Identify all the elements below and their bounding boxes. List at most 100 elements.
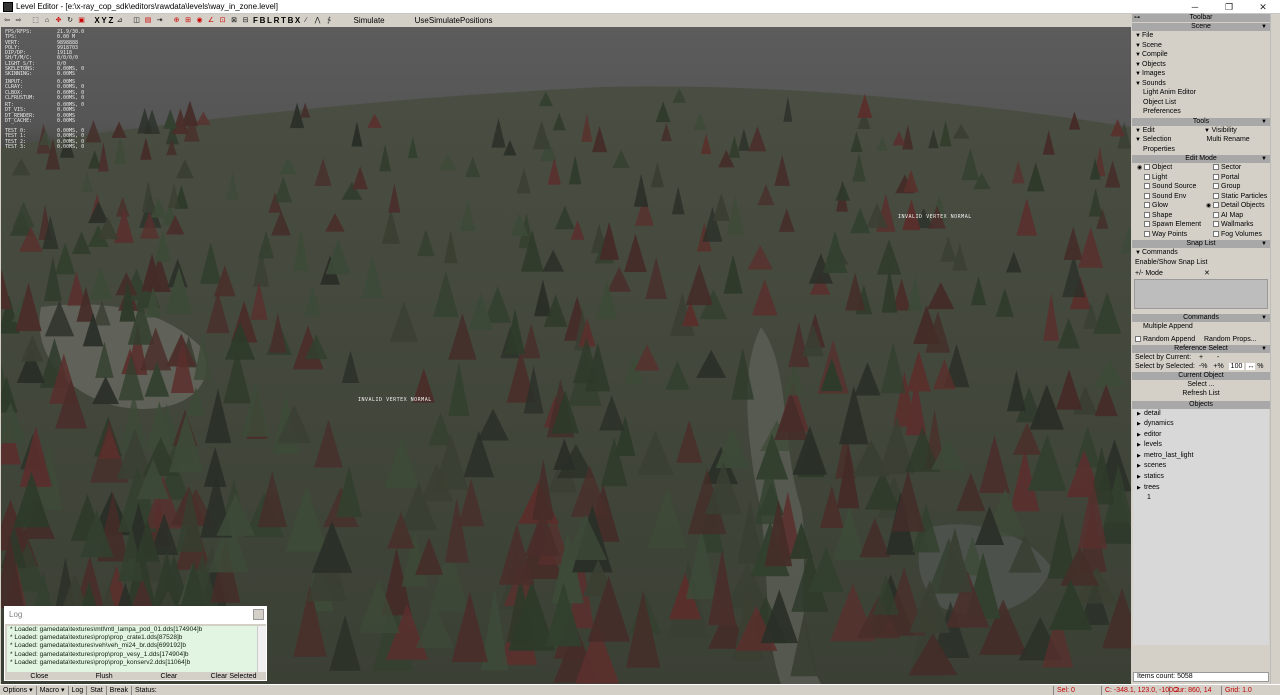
reference-select-header[interactable]: Reference Select ▼ [1132,344,1270,353]
asnap-icon[interactable]: ∠ [206,16,216,26]
close-window-button[interactable]: ✕ [1246,0,1280,14]
tree-expand-icon[interactable]: ▶ [1137,483,1144,494]
tree-item[interactable]: ▶ metro_last_light [1133,451,1269,462]
view-back-button[interactable]: B [259,16,266,26]
edit-mode-shape[interactable]: Shape [1132,211,1201,221]
edit-mode-object[interactable]: ◉ Object [1132,163,1201,173]
random-props-button[interactable]: Random Props... [1201,335,1270,345]
scene-viewport[interactable]: FPS/RFPS: 21.9/30.0 TPS: 0.00 M VERT: 9898888… [1,27,1131,684]
percent-spin-icon[interactable]: ↔ [1246,363,1256,370]
select-icon[interactable]: ⬚ [31,16,41,26]
axis-y-button[interactable]: Y [101,16,108,26]
menu-compile[interactable]: ▼Compile [1132,50,1270,60]
menu-objects[interactable]: ▼Objects [1132,60,1270,70]
menu-file[interactable]: ▼File [1132,31,1270,41]
edit-mode-sound-source[interactable]: Sound Source [1132,182,1201,192]
log-button[interactable]: Log [69,685,88,695]
view-bottom-button[interactable]: B [287,16,294,26]
edit-mode-ai-map[interactable]: AI Map [1201,211,1270,221]
scale-icon[interactable]: ▣ [77,16,87,26]
zoom-ext-icon[interactable]: ⊠ [229,16,239,26]
edit-mode-sector[interactable]: Sector [1201,163,1270,173]
edit-mode-sound-env[interactable]: Sound Env [1132,192,1201,202]
select-current-plus[interactable]: + [1199,354,1203,361]
view-front-button[interactable]: F [252,16,259,26]
msnap-icon[interactable]: ⊡ [218,16,228,26]
edit-mode-detail-objects[interactable]: ◉ Detail Objects [1201,201,1270,211]
select-selected-plus[interactable]: +% [1213,363,1223,370]
tree-item[interactable]: ▶ levels [1133,440,1269,451]
view-reset-button[interactable]: X [294,16,301,26]
nsnap-icon[interactable]: ⊕ [172,16,182,26]
options-menu[interactable]: Options ▾ [0,685,37,695]
simulate-button[interactable]: Simulate [354,16,385,25]
tools-section-header[interactable]: Tools ▼ [1132,117,1270,126]
edit-mode-wallmarks[interactable]: Wallmarks [1201,220,1270,230]
view-right-button[interactable]: R [273,16,280,26]
refresh-list-button[interactable]: Refresh List [1132,389,1270,399]
tools-properties[interactable]: Properties [1132,145,1270,155]
multiple-append-button[interactable]: Multiple Append [1132,322,1270,332]
osnap-icon[interactable]: ▤ [143,16,153,26]
edit-mode-way-points[interactable]: Way Points [1132,230,1201,240]
edit-mode-header[interactable]: Edit Mode ▼ [1132,155,1270,163]
objects-header[interactable]: Objects [1132,400,1270,409]
camera-fly-icon[interactable]: ∱ [324,16,334,26]
edit-mode-static-particles[interactable]: Static Particles [1201,192,1270,202]
vsnap-icon[interactable]: ◉ [195,16,205,26]
select-object-button[interactable]: Select ... [1132,380,1270,390]
log-flush-button[interactable]: Flush [72,672,137,681]
log-scrollbar[interactable] [257,626,266,672]
tree-item[interactable]: ▶ dynamics [1133,419,1269,430]
percent-input[interactable]: 100 [1228,363,1245,370]
edit-mode-glow[interactable]: Glow [1132,201,1201,211]
camera-planar-icon[interactable]: ∕ [301,16,311,26]
menu-sounds[interactable]: ▼Sounds [1132,79,1270,89]
tools-edit[interactable]: ▼ Edit [1132,126,1201,136]
menu-scene[interactable]: ▼Scene [1132,41,1270,51]
moveto-icon[interactable]: ⇥ [155,16,165,26]
camera-arcball-icon[interactable]: ⋀ [313,16,323,26]
pin-icon[interactable]: ⊶ [1134,14,1140,22]
minimize-button[interactable]: ─ [1178,0,1212,14]
tree-subitem[interactable]: 1 [1133,493,1269,504]
tree-expand-icon[interactable]: ▶ [1137,451,1144,462]
tree-item[interactable]: ▶ detail [1133,409,1269,420]
menu-object-list[interactable]: Object List [1132,98,1270,108]
log-clear-selected-button[interactable]: Clear Selected [201,672,266,681]
log-close-icon[interactable] [253,609,264,620]
tree-item[interactable]: ▶ scenes [1133,461,1269,472]
undo-icon[interactable]: ⇦ [2,16,12,26]
snap-enable-show[interactable]: Enable/Show Snap List [1132,258,1270,268]
log-close-button[interactable]: Close [7,672,72,681]
menu-images[interactable]: ▼Images [1132,69,1270,79]
tools-selection[interactable]: ▼ Selection [1132,135,1199,145]
snap-clear-button[interactable]: ✕ [1201,269,1270,279]
axis-z-button[interactable]: Z [108,16,115,26]
toolbar-panel-header[interactable]: ⊶ Toolbar [1132,14,1270,22]
scene-section-header[interactable]: Scene ▼ [1132,23,1270,31]
view-left-button[interactable]: L [266,16,273,26]
select-current-minus[interactable]: - [1217,354,1219,361]
break-button[interactable]: Break [107,685,132,695]
snap-list-header[interactable]: Snap List ▼ [1132,240,1270,248]
tools-visibility[interactable]: ▼ Visibility [1201,126,1270,136]
grid-snap-icon[interactable]: ⊞ [183,16,193,26]
move-icon[interactable]: ✥ [54,16,64,26]
edit-mode-group[interactable]: Group [1201,182,1270,192]
view-top-button[interactable]: T [280,16,287,26]
log-list[interactable]: * Loaded: gamedata\textures\mtl\mtl_lamp… [7,626,257,672]
menu-preferences[interactable]: Preferences [1132,107,1270,117]
snap-list-area[interactable] [1134,278,1268,309]
tree-expand-icon[interactable]: ▶ [1137,419,1144,430]
zoom-sel-icon[interactable]: ⊟ [241,16,251,26]
csnap-icon[interactable]: ◫ [132,16,142,26]
tree-expand-icon[interactable]: ▶ [1137,430,1144,441]
snap-mode-button[interactable]: +/- Mode [1132,269,1201,279]
tree-expand-icon[interactable]: ▶ [1137,461,1144,472]
random-append-toggle[interactable]: Random Append [1132,335,1201,345]
tree-expand-icon[interactable]: ▶ [1137,409,1144,420]
select-selected-minus[interactable]: -% [1199,363,1208,370]
stat-button[interactable]: Stat [87,685,107,695]
log-clear-button[interactable]: Clear [137,672,202,681]
